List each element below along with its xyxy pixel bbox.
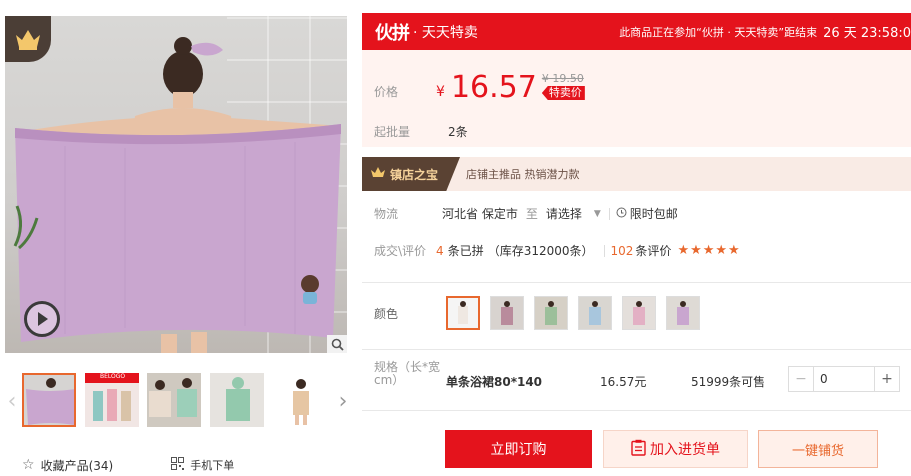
favorite-product-link[interactable]: ☆ 收藏产品(34) [22, 457, 113, 474]
crown-icon [5, 16, 51, 62]
color-swatches [446, 296, 701, 330]
thumbnail-strip: ‹ BELOGO › [5, 370, 350, 432]
featured-text: 店铺主推品 热销潜力款 [466, 168, 580, 181]
ship-from: 河北省 保定市 [442, 207, 518, 221]
promo-banner: 伙拼 · 天天特卖 此商品正在参加“伙拼 · 天天特卖”距结束 26 天 23:… [362, 13, 911, 50]
review-count-suffix: 条评价 [635, 244, 672, 258]
color-label: 颜色 [374, 306, 399, 321]
crown-small-icon [370, 166, 386, 182]
model-illustration [13, 37, 341, 353]
thumbnail-2[interactable]: BELOGO [85, 373, 139, 427]
mobile-order-link[interactable]: 手机下单 [171, 457, 234, 473]
divider [362, 282, 911, 283]
gallery-footer: ☆ 收藏产品(34) 手机下单 [22, 455, 362, 475]
spec-price: 16.57元 [600, 375, 647, 389]
moq-value: 2条 [448, 125, 468, 139]
quantity-stepper: − + [788, 366, 900, 392]
chevron-down-icon[interactable]: ▼ [594, 209, 601, 219]
price-row: 价格 ¥ 16.57 ¥ 19.50 特卖价 [374, 72, 588, 104]
add-to-cart-label: 加入进货单 [650, 442, 720, 458]
divider [362, 349, 911, 350]
thumbnail-1[interactable] [22, 373, 76, 427]
review-count[interactable]: 102 [611, 244, 634, 258]
featured-badge-label: 镇店之宝 [390, 167, 439, 182]
price-section: 价格 ¥ 16.57 ¥ 19.50 特卖价 起批量 2条 [362, 50, 911, 147]
qr-code-icon [171, 457, 185, 473]
spec-stock: 51999条可售 [691, 375, 766, 389]
color-swatch-1[interactable] [446, 296, 481, 330]
featured-badge: 镇店之宝 [362, 157, 461, 191]
logistics-row: 物流 河北省 保定市 至 请选择 ▼ 限时包邮 [374, 205, 678, 222]
logistics-label: 物流 [374, 207, 399, 221]
quantity-input[interactable] [813, 367, 875, 391]
thumbnails-prev-button[interactable]: ‹ [5, 388, 19, 414]
promo-logo: 伙拼 [375, 22, 410, 44]
rating-stars: ★★★★★ [677, 243, 741, 258]
color-row: 颜色 [374, 296, 701, 330]
color-swatch-2[interactable] [490, 296, 525, 330]
promo-name: · 天天特卖 [413, 24, 478, 41]
thumbnail-2-caption: BELOGO [100, 373, 126, 380]
quantity-increase-button[interactable]: + [875, 367, 899, 391]
deals-row: 成交\评价 4 条已拼 （库存312000条） 102 条评价 ★★★★★ [374, 242, 741, 259]
price-meta: ¥ 19.50 特卖价 [541, 72, 588, 104]
clipboard-icon [631, 439, 646, 460]
deal-count[interactable]: 4 [436, 244, 444, 258]
moq-row: 起批量 2条 [374, 123, 468, 140]
deal-count-suffix: 条已拼 [447, 244, 484, 258]
currency-symbol: ¥ [436, 84, 445, 100]
free-shipping-label: 限时包邮 [629, 207, 678, 221]
stock-note: （库存312000条） [487, 244, 594, 258]
thumbnail-5[interactable] [273, 373, 327, 427]
play-video-button[interactable] [24, 301, 60, 337]
star-outline-icon: ☆ [22, 457, 35, 473]
clock-icon [616, 207, 627, 221]
deals-label: 成交\评价 [374, 244, 427, 258]
featured-bar: 镇店之宝 店铺主推品 热销潜力款 [362, 157, 911, 191]
divider [362, 410, 911, 411]
mobile-label: 手机下单 [190, 459, 235, 472]
promo-notice: 此商品正在参加“伙拼 · 天天特卖”距结束 [619, 25, 818, 39]
color-swatch-4[interactable] [578, 296, 613, 330]
zoom-icon[interactable] [327, 335, 347, 353]
moq-label: 起批量 [374, 125, 411, 139]
sale-price-tag: 特卖价 [541, 86, 585, 100]
add-to-cart-button[interactable]: 加入进货单 [603, 430, 748, 468]
sale-price: 16.57 [450, 70, 537, 105]
divider [608, 207, 610, 220]
original-price: ¥ 19.50 [541, 72, 584, 85]
color-swatch-3[interactable] [534, 296, 569, 330]
product-page: ‹ BELOGO › ☆ 收藏产品(34) 手机下单 伙拼 · 天天特卖 此商品… [0, 0, 911, 476]
price-label: 价格 [374, 85, 399, 99]
divider [603, 244, 605, 257]
quantity-decrease-button[interactable]: − [789, 367, 813, 391]
spec-label: 规格（长*宽cm） [374, 360, 441, 387]
one-click-distribute-button[interactable]: 一键铺货 [758, 430, 878, 468]
ship-to-word: 至 [525, 207, 538, 221]
favorite-label: 收藏产品(34) [40, 458, 114, 473]
thumbnails-next-button[interactable]: › [336, 388, 350, 414]
promo-countdown: 26 天 23:58:0 [823, 26, 911, 41]
destination-select[interactable]: 请选择 [546, 205, 582, 222]
spec-name: 单条浴裙80*140 [446, 375, 543, 389]
buy-now-button[interactable]: 立即订购 [445, 430, 592, 468]
thumbnail-3[interactable] [147, 373, 201, 427]
color-swatch-6[interactable] [666, 296, 701, 330]
main-product-image[interactable] [5, 16, 347, 353]
color-swatch-5[interactable] [622, 296, 657, 330]
thumbnail-4[interactable] [210, 373, 264, 427]
